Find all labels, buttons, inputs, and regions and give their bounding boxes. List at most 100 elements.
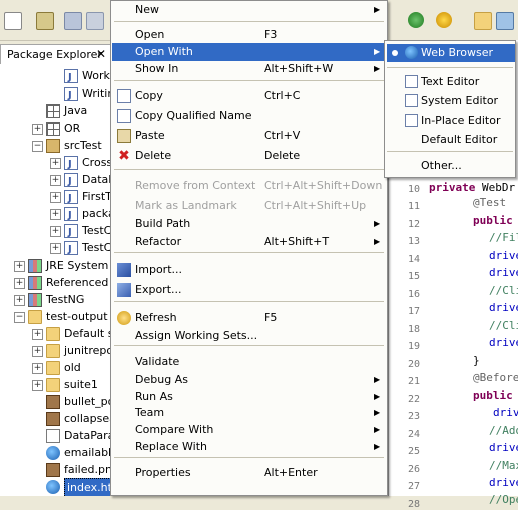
code-line[interactable]: driv — [493, 406, 518, 419]
menu-item-team[interactable]: Team ▶ — [112, 404, 386, 422]
code-line[interactable]: public — [473, 214, 513, 227]
code-line[interactable]: drive — [489, 266, 518, 279]
code-line[interactable]: public — [473, 389, 513, 402]
tree-item[interactable]: Java — [0, 102, 112, 120]
tree-item[interactable]: + old — [0, 359, 112, 377]
expand-toggle-icon[interactable]: + — [32, 363, 43, 374]
menu-item-show-in[interactable]: Show In Alt+Shift+W ▶ — [112, 60, 386, 78]
code-line[interactable]: drive — [489, 336, 518, 349]
tree-item[interactable]: + junitrepor — [0, 342, 112, 360]
tree-item[interactable]: Writin — [0, 85, 112, 103]
tree-item[interactable]: failed.png — [0, 461, 112, 479]
tree-item[interactable]: − srcTest — [0, 137, 112, 155]
expand-toggle-icon[interactable]: + — [50, 243, 61, 254]
menu-item-build-path[interactable]: Build Path ▶ — [112, 215, 386, 233]
close-icon[interactable]: ✕ — [96, 47, 106, 61]
code-line[interactable]: @Test — [473, 196, 506, 209]
code-line[interactable]: //Cli — [489, 319, 518, 332]
expand-toggle-icon[interactable]: + — [50, 226, 61, 237]
menu-item-export[interactable]: Export... — [112, 281, 386, 299]
submenu-item-in-place-editor[interactable]: In-Place Editor — [387, 112, 515, 130]
tree-item[interactable]: + TestNG — [0, 291, 112, 309]
expand-toggle-icon[interactable]: + — [32, 329, 43, 340]
menu-item-delete[interactable]: ✖ Delete Delete — [112, 147, 386, 165]
expand-toggle-icon[interactable]: + — [14, 295, 25, 306]
new-type-icon[interactable] — [36, 12, 54, 30]
code-line[interactable]: } — [473, 354, 480, 367]
expand-toggle-icon[interactable]: + — [32, 346, 43, 357]
code-line[interactable]: @Before — [473, 371, 518, 384]
code-line[interactable]: drive — [489, 301, 518, 314]
menu-item-import[interactable]: Import... — [112, 261, 386, 279]
java-file-icon — [64, 156, 78, 172]
package-explorer-tab[interactable]: Package Explorer — [7, 48, 102, 61]
open-folder-icon[interactable] — [474, 12, 492, 30]
tree-item[interactable]: + OR — [0, 120, 112, 138]
code-line[interactable]: //Ope — [489, 493, 518, 506]
expand-toggle-icon[interactable]: + — [32, 124, 43, 135]
submenu-item-web-browser[interactable]: Web Browser — [387, 44, 515, 62]
menu-item-open-with[interactable]: Open With ▶ — [112, 43, 386, 61]
menu-item-properties[interactable]: Properties Alt+Enter — [112, 464, 386, 482]
menu-item-label: Mark as Landmark — [135, 199, 237, 212]
tree-item[interactable]: + TestC — [0, 222, 112, 240]
tree-item[interactable]: collapsea — [0, 410, 112, 428]
dropdown-arrow-icon[interactable] — [22, 16, 30, 24]
tree-item[interactable]: + suite1 — [0, 376, 112, 394]
code-line[interactable]: //Fil — [489, 231, 518, 244]
submenu-item-default-editor[interactable]: Default Editor — [387, 131, 515, 149]
expand-toggle-icon[interactable]: + — [50, 192, 61, 203]
code-line[interactable]: private WebDr — [429, 181, 515, 194]
expand-toggle-icon[interactable]: + — [14, 278, 25, 289]
submenu-item-system-editor[interactable]: System Editor — [387, 92, 515, 110]
tree-item[interactable]: emailable — [0, 444, 112, 462]
menu-item-assign-working-sets[interactable]: Assign Working Sets... — [112, 327, 386, 345]
submenu-item-text-editor[interactable]: Text Editor — [387, 73, 515, 91]
menu-item-refactor[interactable]: Refactor Alt+Shift+T ▶ — [112, 233, 386, 251]
code-line[interactable]: //Add — [489, 424, 518, 437]
run-icon[interactable] — [408, 12, 424, 28]
menu-item-new[interactable]: New ▶ — [112, 1, 386, 19]
tree-item[interactable]: bullet_po — [0, 393, 112, 411]
debug-icon[interactable] — [436, 12, 452, 28]
tree-item[interactable]: + Default su — [0, 325, 112, 343]
menu-item-refresh[interactable]: Refresh F5 — [112, 309, 386, 327]
menu-item-validate[interactable]: Validate — [112, 353, 386, 371]
code-line[interactable]: //Cli — [489, 284, 518, 297]
menu-item-replace-with[interactable]: Replace With ▶ — [112, 438, 386, 456]
open-resource-icon[interactable] — [496, 12, 514, 30]
code-line[interactable]: //Max — [489, 459, 518, 472]
menu-item-open[interactable]: Open F3 — [112, 26, 386, 44]
tree-item[interactable]: + DataP — [0, 171, 112, 189]
tree-item[interactable]: + Cross — [0, 154, 112, 172]
submenu-item-other[interactable]: Other... — [387, 157, 515, 175]
menu-item-paste[interactable]: Paste Ctrl+V — [112, 127, 386, 145]
menu-item-debug-as[interactable]: Debug As ▶ — [112, 371, 386, 389]
tree-item[interactable]: + packa — [0, 205, 112, 223]
tree-item[interactable]: − test-output — [0, 308, 112, 326]
menu-item-copy[interactable]: Copy Ctrl+C — [112, 87, 386, 105]
collapse-toggle-icon[interactable]: − — [32, 141, 43, 152]
collapse-toggle-icon[interactable]: − — [14, 312, 25, 323]
tree-item[interactable]: DataPara — [0, 427, 112, 445]
tree-item[interactable]: + JRE System Li — [0, 257, 112, 275]
save-icon[interactable] — [64, 12, 82, 30]
tree-item[interactable]: Work — [0, 67, 112, 85]
expand-toggle-icon[interactable]: + — [14, 261, 25, 272]
tree-item[interactable]: index.html — [0, 478, 112, 496]
expand-toggle-icon[interactable]: + — [50, 209, 61, 220]
code-line[interactable]: drive — [489, 441, 518, 454]
expand-toggle-icon[interactable]: + — [32, 380, 43, 391]
menu-item-compare-with[interactable]: Compare With ▶ — [112, 421, 386, 439]
code-line[interactable]: drive — [489, 249, 518, 262]
menu-item-copy-qualified-name[interactable]: Copy Qualified Name — [112, 107, 386, 125]
expand-toggle-icon[interactable]: + — [50, 175, 61, 186]
code-token: WebDr — [481, 181, 516, 194]
expand-toggle-icon[interactable]: + — [50, 158, 61, 169]
save-all-icon[interactable] — [86, 12, 104, 30]
code-line[interactable]: drive — [489, 476, 518, 489]
tree-item[interactable]: + FirstT — [0, 188, 112, 206]
tree-item[interactable]: + Referenced L — [0, 274, 112, 292]
new-file-icon[interactable] — [4, 12, 22, 30]
tree-item[interactable]: + TestC — [0, 239, 112, 257]
